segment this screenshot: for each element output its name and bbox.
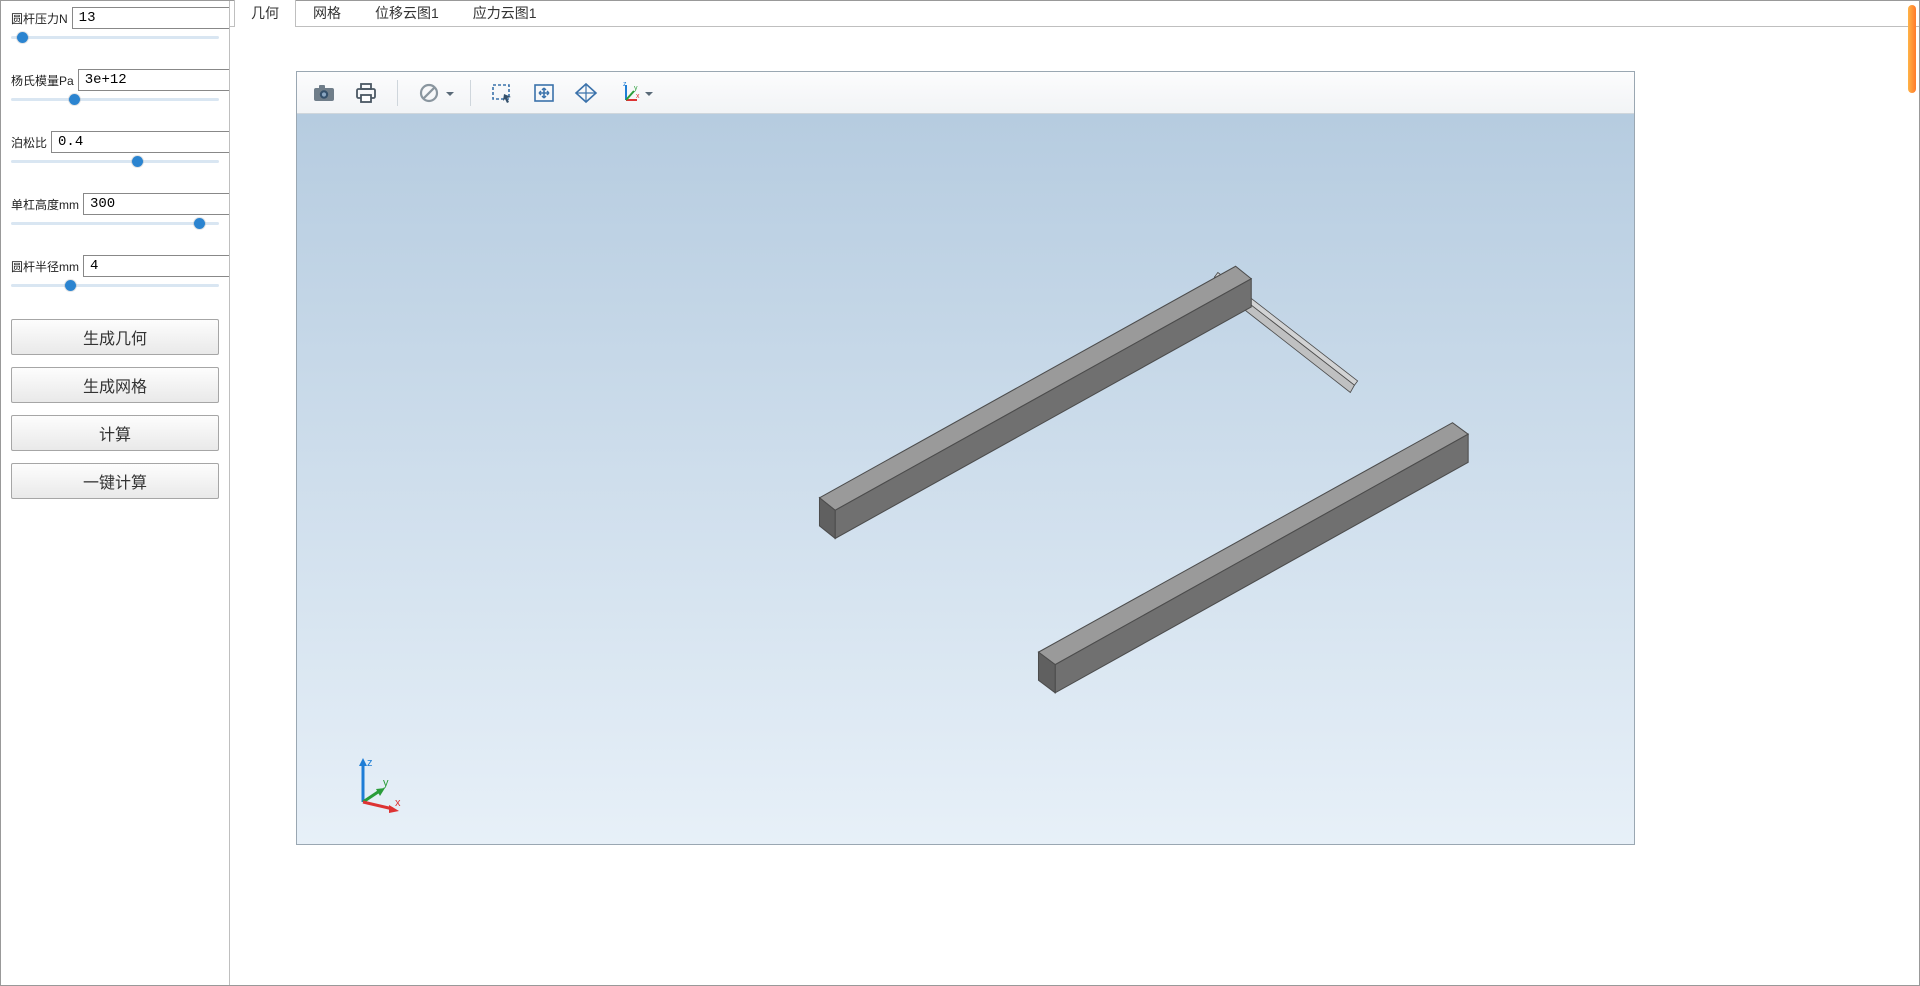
one-click-compute-button[interactable]: 一键计算 — [11, 463, 219, 499]
param-label: 单杠高度mm — [11, 196, 79, 213]
coordinate-triad: z y x — [345, 754, 405, 814]
axes-orientation-icon[interactable]: z x y — [611, 78, 655, 108]
generate-mesh-button[interactable]: 生成网格 — [11, 367, 219, 403]
poisson-ratio-input[interactable] — [51, 131, 242, 153]
reset-view-icon[interactable] — [569, 78, 603, 108]
generate-geometry-button[interactable]: 生成几何 — [11, 319, 219, 355]
axis-x-label: x — [395, 797, 401, 809]
param-rod-force: 圆杆压力N — [11, 7, 219, 43]
param-youngs-modulus: 杨氏模量Pa — [11, 69, 219, 105]
tab-mesh[interactable]: 网格 — [296, 0, 358, 27]
viewer-toolbar: z x y — [297, 72, 1634, 114]
toolbar-separator — [470, 80, 471, 106]
geometry-render — [297, 114, 1634, 844]
svg-text:z: z — [623, 82, 627, 88]
param-label: 圆杆半径mm — [11, 258, 79, 275]
sidebar: 圆杆压力N 杨氏模量Pa 泊松比 — [1, 1, 229, 985]
compute-button[interactable]: 计算 — [11, 415, 219, 451]
rod-force-slider[interactable] — [11, 31, 219, 43]
main-body: z x y — [230, 27, 1919, 985]
camera-icon[interactable] — [307, 78, 341, 108]
tab-bar: 几何 网格 位移云图1 应力云图1 — [230, 1, 1919, 27]
poisson-ratio-slider[interactable] — [11, 155, 219, 167]
youngs-modulus-slider[interactable] — [11, 93, 219, 105]
param-bar-height: 单杠高度mm — [11, 193, 219, 229]
main-panel: 几何 网格 位移云图1 应力云图1 — [229, 1, 1919, 985]
svg-text:y: y — [634, 85, 638, 92]
no-symbol-icon[interactable] — [412, 78, 456, 108]
viewer-frame: z x y — [296, 71, 1635, 845]
param-label: 泊松比 — [11, 134, 47, 151]
param-label: 圆杆压力N — [11, 10, 68, 27]
bar-height-slider[interactable] — [11, 217, 219, 229]
toolbar-separator — [397, 80, 398, 106]
param-label: 杨氏模量Pa — [11, 72, 74, 89]
svg-text:x: x — [636, 93, 640, 100]
tab-geometry[interactable]: 几何 — [234, 0, 296, 27]
selection-box-icon[interactable] — [485, 78, 519, 108]
param-rod-radius: 圆杆半径mm — [11, 255, 219, 291]
axis-z-label: z — [367, 757, 373, 769]
printer-icon[interactable] — [349, 78, 383, 108]
geometry-viewport[interactable]: z y x — [297, 114, 1634, 844]
rod-radius-slider[interactable] — [11, 279, 219, 291]
zoom-fit-icon[interactable] — [527, 78, 561, 108]
axis-y-label: y — [383, 777, 389, 789]
param-poisson-ratio: 泊松比 — [11, 131, 219, 167]
tab-stress[interactable]: 应力云图1 — [456, 0, 554, 27]
window-scrollbar[interactable] — [1908, 5, 1916, 93]
tab-displacement[interactable]: 位移云图1 — [358, 0, 456, 27]
